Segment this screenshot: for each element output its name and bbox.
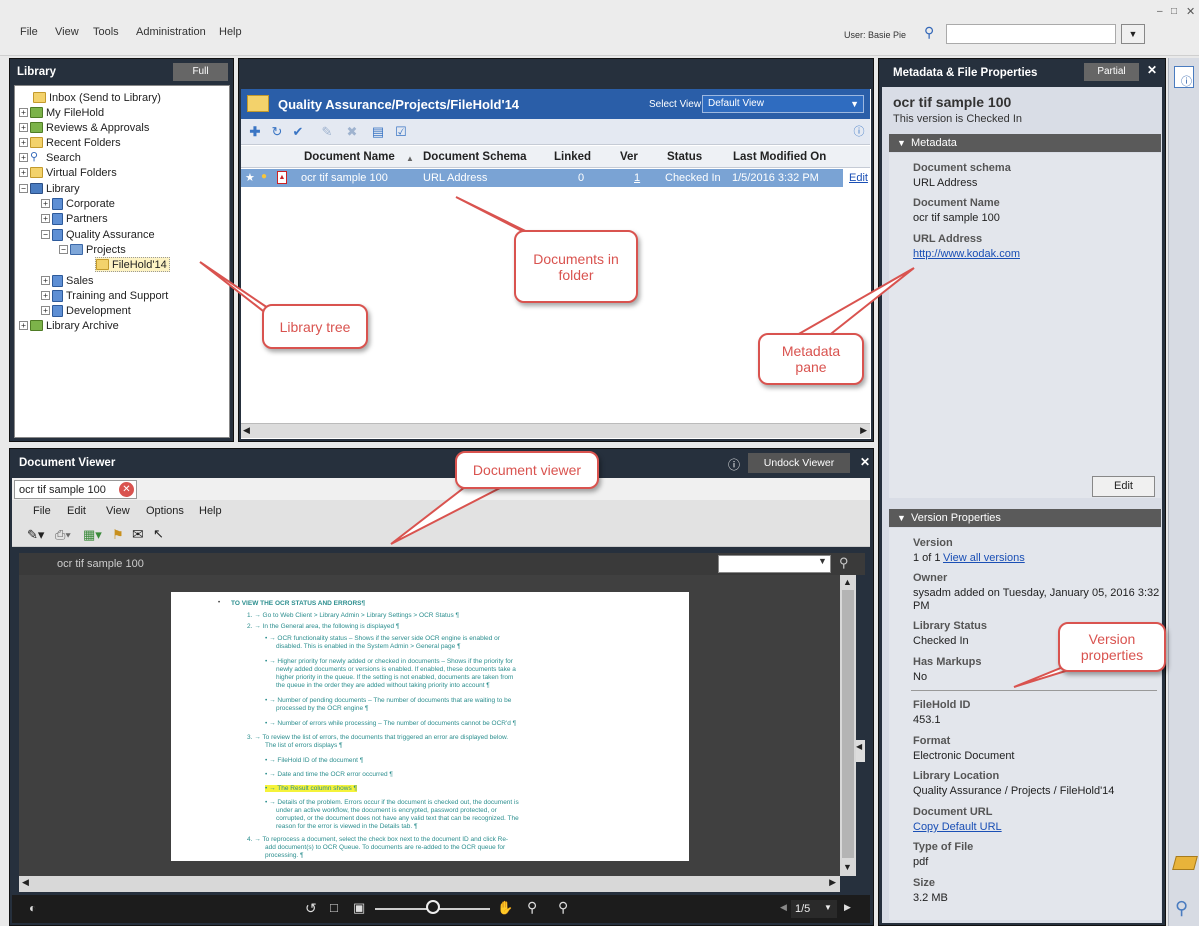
callout-metadata-pane: Metadata pane — [758, 333, 864, 385]
callout-text: pane — [795, 359, 827, 375]
callout-text: Documents in — [533, 250, 619, 267]
callout-documents-in-folder: Documents in folder — [514, 230, 638, 303]
callout-text: Document viewer — [472, 462, 582, 478]
callout-text: Version — [1088, 631, 1136, 647]
callout-document-viewer: Document viewer — [455, 451, 599, 489]
pointer-viewer — [390, 478, 503, 545]
callout-text: folder — [558, 266, 594, 283]
callout-text: Metadata — [781, 343, 841, 359]
callout-version-properties: Version properties — [1058, 622, 1166, 672]
callout-pointers — [199, 196, 1096, 688]
callout-library-tree: Library tree — [262, 304, 368, 349]
callout-text: Library tree — [279, 318, 351, 335]
callout-text: properties — [1080, 647, 1144, 663]
